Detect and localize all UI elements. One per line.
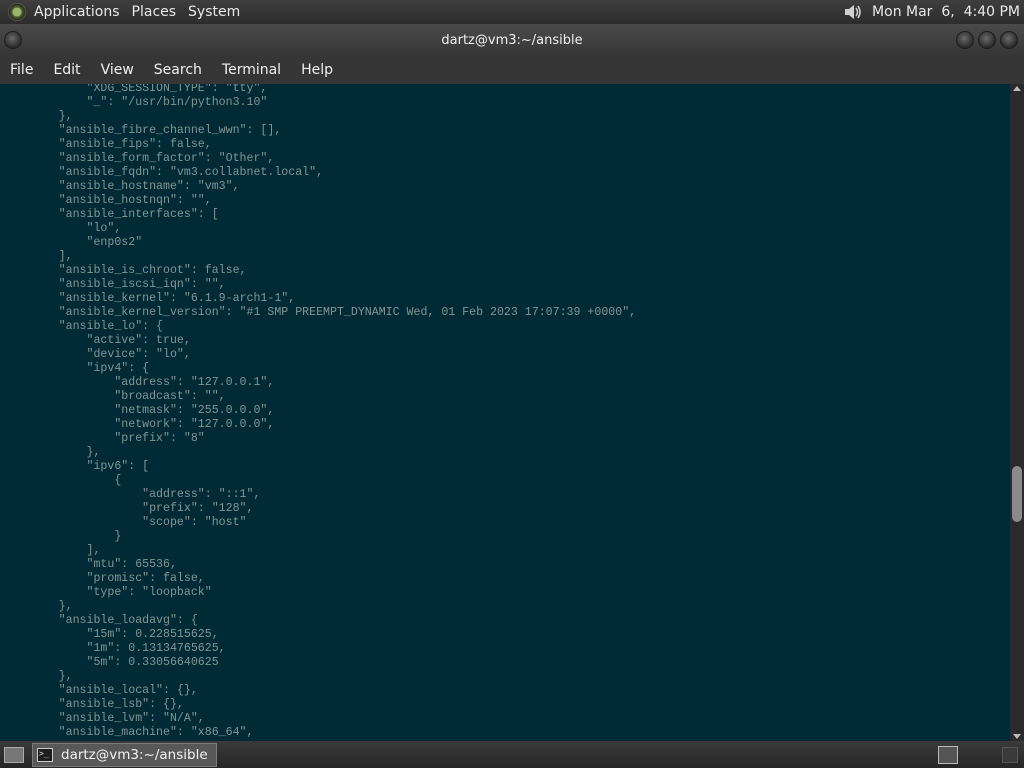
terminal-line: "scope": "host" <box>3 516 247 529</box>
taskbar-item-label: dartz@vm3:~/ansible <box>61 746 208 763</box>
terminal-line: "ansible_kernel": "6.1.9-arch1-1", <box>3 292 296 305</box>
terminal-line: "device": "lo", <box>3 348 191 361</box>
terminal-area[interactable]: "XDG_SESSION_TYPE": "tty", "_": "/usr/bi… <box>0 84 1010 741</box>
workspace-switcher-icon[interactable] <box>938 745 958 764</box>
window-title: dartz@vm3:~/ansible <box>441 32 583 48</box>
gnome-foot-icon[interactable] <box>8 3 26 21</box>
maximize-button[interactable] <box>978 31 996 49</box>
terminal-line: "prefix": "128", <box>3 502 254 515</box>
terminal-line: ], <box>3 544 101 557</box>
terminal-output: "XDG_SESSION_TYPE": "tty", "_": "/usr/bi… <box>0 84 1010 740</box>
terminal-line: "ansible_local": {}, <box>3 684 198 697</box>
terminal-line: "ansible_iscsi_iqn": "", <box>3 278 226 291</box>
terminal-line: "ansible_fibre_channel_wwn": [], <box>3 124 282 137</box>
terminal-line: "ipv4": { <box>3 362 150 375</box>
menu-view[interactable]: View <box>91 56 144 84</box>
terminal-line: ], <box>3 250 73 263</box>
terminal-line: } <box>3 530 122 543</box>
menu-help[interactable]: Help <box>291 56 343 84</box>
terminal-line: "netmask": "255.0.0.0", <box>3 404 275 417</box>
close-button[interactable] <box>1000 31 1018 49</box>
terminal-line: "_": "/usr/bin/python3.10" <box>3 96 268 109</box>
panel-clock[interactable]: Mon Mar 6, 4:40 PM <box>872 4 1024 20</box>
terminal-line: "ansible_fips": false, <box>3 138 212 151</box>
terminal-line: "15m": 0.228515625, <box>3 628 219 641</box>
minimize-button[interactable] <box>956 31 974 49</box>
panel-menus: Applications Places System <box>0 0 248 24</box>
panel-right: Mon Mar 6, 4:40 PM <box>842 0 1024 24</box>
scroll-down-arrow-icon[interactable] <box>1013 734 1021 739</box>
window-titlebar[interactable]: dartz@vm3:~/ansible <box>0 24 1024 56</box>
trash-icon[interactable] <box>1002 747 1018 763</box>
terminal-line: "ansible_kernel_version": "#1 SMP PREEMP… <box>3 306 637 319</box>
terminal-line: "lo", <box>3 222 122 235</box>
applications-menu[interactable]: Applications <box>30 0 128 24</box>
terminal-line: "type": "loopback" <box>3 586 212 599</box>
terminal-line: }, <box>3 446 101 459</box>
terminal-line: "mtu": 65536, <box>3 558 177 571</box>
terminal-line: }, <box>3 600 73 613</box>
terminal-line: { <box>3 474 122 487</box>
bottom-panel: >_ dartz@vm3:~/ansible <box>0 741 1024 768</box>
places-menu[interactable]: Places <box>128 0 185 24</box>
terminal-line: "address": "::1", <box>3 488 261 501</box>
terminal-line: "5m": 0.33056640625 <box>3 656 219 669</box>
terminal-line: }, <box>3 110 73 123</box>
menu-terminal[interactable]: Terminal <box>212 56 291 84</box>
terminal-line: "ansible_hostnqn": "", <box>3 194 212 207</box>
top-panel: Applications Places System Mon Mar 6, 4:… <box>0 0 1024 24</box>
menu-edit[interactable]: Edit <box>43 56 90 84</box>
scroll-up-arrow-icon[interactable] <box>1013 86 1021 91</box>
terminal-line: "ansible_loadavg": { <box>3 614 198 627</box>
terminal-line: "ipv6": [ <box>3 460 150 473</box>
terminal-line: "ansible_fqdn": "vm3.collabnet.local", <box>3 166 324 179</box>
terminal-line: "ansible_lsb": {}, <box>3 698 184 711</box>
terminal-icon: >_ <box>37 747 53 762</box>
terminal-line: "1m": 0.13134765625, <box>3 642 226 655</box>
terminal-line: "enp0s2" <box>3 236 143 249</box>
terminal-line: "ansible_lo": { <box>3 320 164 333</box>
terminal-line: "promisc": false, <box>3 572 205 585</box>
menu-search[interactable]: Search <box>144 56 212 84</box>
terminal-line: "active": true, <box>3 334 191 347</box>
window-menu-button[interactable] <box>4 31 22 49</box>
show-desktop-icon[interactable] <box>4 746 24 763</box>
terminal-line: "ansible_hostname": "vm3", <box>3 180 240 193</box>
menu-file[interactable]: File <box>0 56 43 84</box>
scroll-thumb[interactable] <box>1012 465 1022 522</box>
terminal-line: "prefix": "8" <box>3 432 205 445</box>
terminal-line: "network": "127.0.0.0", <box>3 418 275 431</box>
terminal-line: "address": "127.0.0.1", <box>3 376 275 389</box>
terminal-menubar: File Edit View Search Terminal Help <box>0 56 1024 84</box>
taskbar-item-terminal[interactable]: >_ dartz@vm3:~/ansible <box>32 742 217 767</box>
terminal-line: "ansible_lvm": "N/A", <box>3 712 205 725</box>
terminal-line: "ansible_machine": "x86_64", <box>3 726 254 739</box>
terminal-line: "XDG_SESSION_TYPE": "tty", <box>3 84 268 95</box>
terminal-line: "ansible_is_chroot": false, <box>3 264 247 277</box>
terminal-line: "ansible_interfaces": [ <box>3 208 219 221</box>
system-menu[interactable]: System <box>184 0 248 24</box>
terminal-line: "ansible_form_factor": "Other", <box>3 152 275 165</box>
terminal-line: "broadcast": "", <box>3 390 226 403</box>
terminal-scrollbar[interactable] <box>1010 84 1024 741</box>
volume-icon[interactable] <box>842 2 864 22</box>
terminal-line: }, <box>3 670 73 683</box>
